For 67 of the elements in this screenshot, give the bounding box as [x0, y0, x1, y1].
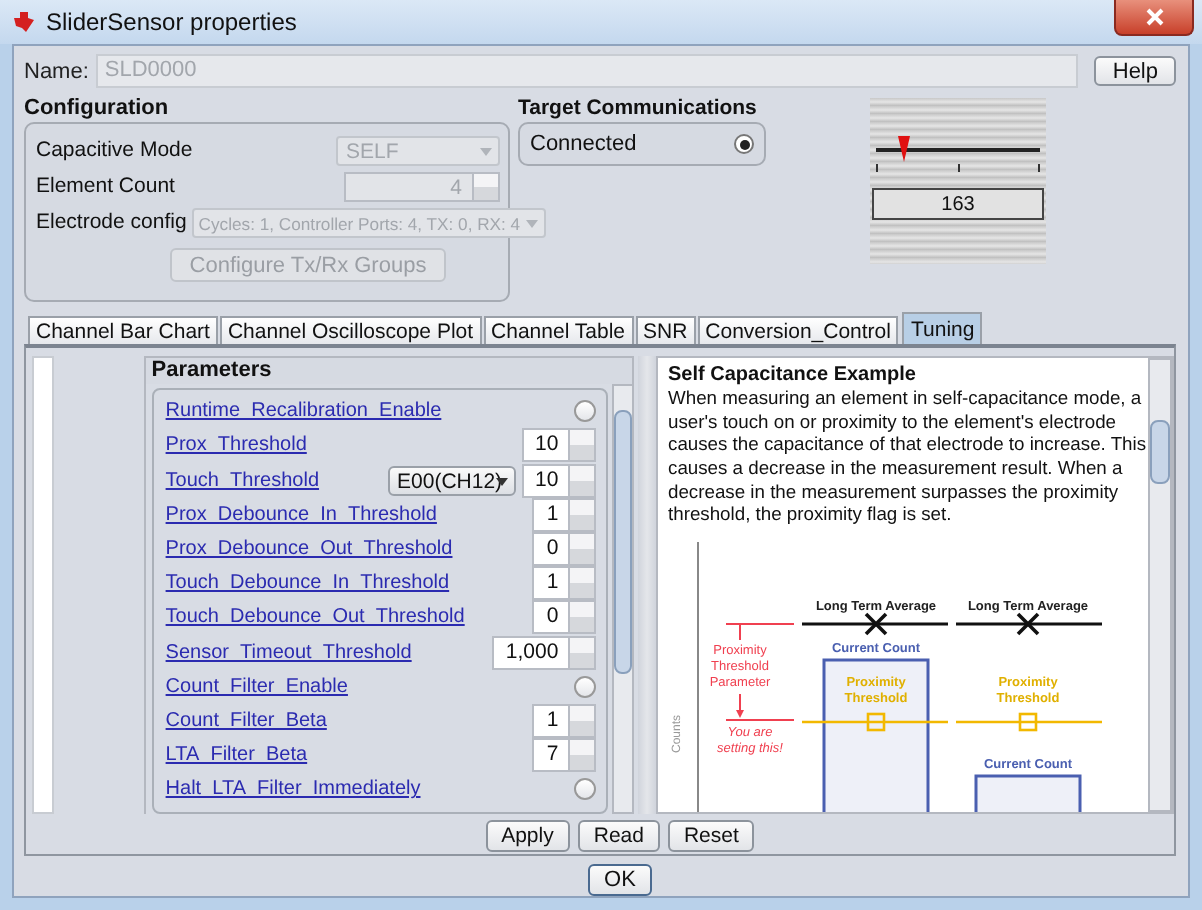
- parameter-link[interactable]: Prox_Threshold: [165, 434, 307, 457]
- spinner-arrows-icon: [568, 568, 595, 599]
- tab[interactable]: Tuning: [902, 312, 983, 345]
- spin-field[interactable]: 0: [532, 531, 597, 566]
- spinner-arrows-icon: [568, 637, 595, 668]
- field-label: Electrode config: [36, 210, 187, 234]
- close-button[interactable]: [1114, 0, 1194, 36]
- help-button[interactable]: Help: [1094, 56, 1176, 86]
- spin-field[interactable]: 1: [532, 566, 597, 601]
- spinner-arrows-icon: [568, 465, 595, 496]
- parameter-link[interactable]: Touch_Debounce_In_Threshold: [165, 572, 450, 595]
- status-label: Connected: [530, 132, 637, 156]
- parameter-link[interactable]: Touch_Debounce_Out_Threshold: [165, 606, 465, 629]
- spin-field[interactable]: 10: [521, 463, 597, 498]
- action-button[interactable]: Read: [577, 820, 660, 853]
- name-label: Name:: [24, 59, 89, 83]
- parameter-link[interactable]: LTA_Filter_Beta: [165, 744, 308, 767]
- toggle-radio[interactable]: [574, 675, 597, 698]
- parameter-link[interactable]: Halt_LTA_Filter_Immediately: [165, 778, 421, 801]
- spin-field[interactable]: 0: [532, 600, 597, 635]
- parameter-link[interactable]: Runtime_Recalibration_Enable: [165, 400, 442, 423]
- parameter-link[interactable]: Prox_Debounce_Out_Threshold: [165, 537, 453, 560]
- action-button[interactable]: Apply: [485, 820, 570, 853]
- field-label: Element Count: [36, 174, 175, 198]
- panel-title: Parameters: [143, 356, 635, 385]
- spinner-arrows-icon: [568, 602, 595, 633]
- spin-field[interactable]: 1: [532, 703, 597, 738]
- tab[interactable]: Channel Bar Chart: [28, 316, 218, 345]
- field-label: Capacitive Mode: [36, 138, 193, 162]
- ok-button[interactable]: OK: [588, 864, 652, 896]
- tab[interactable]: Conversion_Control: [697, 316, 899, 345]
- spinner-arrows-icon: [568, 499, 595, 530]
- spinner-arrows-icon: [568, 705, 595, 736]
- spinner-arrows-icon: [568, 740, 595, 771]
- current-count-bar: [974, 773, 1082, 813]
- tab[interactable]: SNR: [635, 316, 696, 345]
- parameter-link[interactable]: Count_Filter_Enable: [165, 675, 348, 698]
- tab[interactable]: Channel Table: [483, 316, 633, 345]
- help-text: When measuring an element in self-capacitance mode, a user's touch on or proximity to the element's electrode causes the capacitance of that electrode to increase. This causes a decrease in the measurement result. When a decrease in the measurement surpasses the proximity threshold, the proximity flag is set.: [668, 386, 1148, 526]
- parameter-link[interactable]: Count_Filter_Beta: [165, 709, 327, 732]
- dropdown-arrow-icon: [526, 219, 539, 227]
- action-button[interactable]: Reset: [667, 820, 755, 853]
- app-icon: [12, 10, 36, 34]
- spinner-arrows-icon: [472, 173, 498, 199]
- parameter-link[interactable]: Prox_Debounce_In_Threshold: [165, 503, 437, 526]
- spin-field[interactable]: 10: [521, 428, 597, 463]
- scrollbar[interactable]: [1148, 358, 1172, 813]
- group-title: Target Communications: [518, 94, 759, 122]
- dropdown-arrow-icon: [480, 147, 492, 155]
- spinner-arrows-icon: [568, 533, 595, 564]
- group-title: Configuration: [24, 94, 171, 122]
- window-title: SliderSensor properties: [46, 8, 299, 36]
- close-icon: [1145, 8, 1163, 26]
- spinner-arrows-icon: [568, 430, 595, 461]
- slider-reading: 163: [872, 188, 1044, 220]
- spin-field[interactable]: 1,000: [491, 635, 597, 670]
- scrollbar[interactable]: [612, 384, 635, 815]
- help-title: Self Capacitance Example: [668, 364, 918, 387]
- channel-dropdown[interactable]: E00(CH12): [387, 465, 516, 496]
- toggle-radio[interactable]: [574, 400, 597, 423]
- tab[interactable]: Channel Oscilloscope Plot: [219, 316, 482, 345]
- parameter-link[interactable]: Touch_Threshold: [165, 469, 320, 492]
- splitter-handle[interactable]: [638, 356, 656, 815]
- spin-field[interactable]: 7: [532, 738, 597, 773]
- parameter-link[interactable]: Sensor_Timeout_Threshold: [165, 641, 412, 664]
- spin-field[interactable]: 1: [532, 497, 597, 532]
- toggle-radio[interactable]: [574, 778, 597, 801]
